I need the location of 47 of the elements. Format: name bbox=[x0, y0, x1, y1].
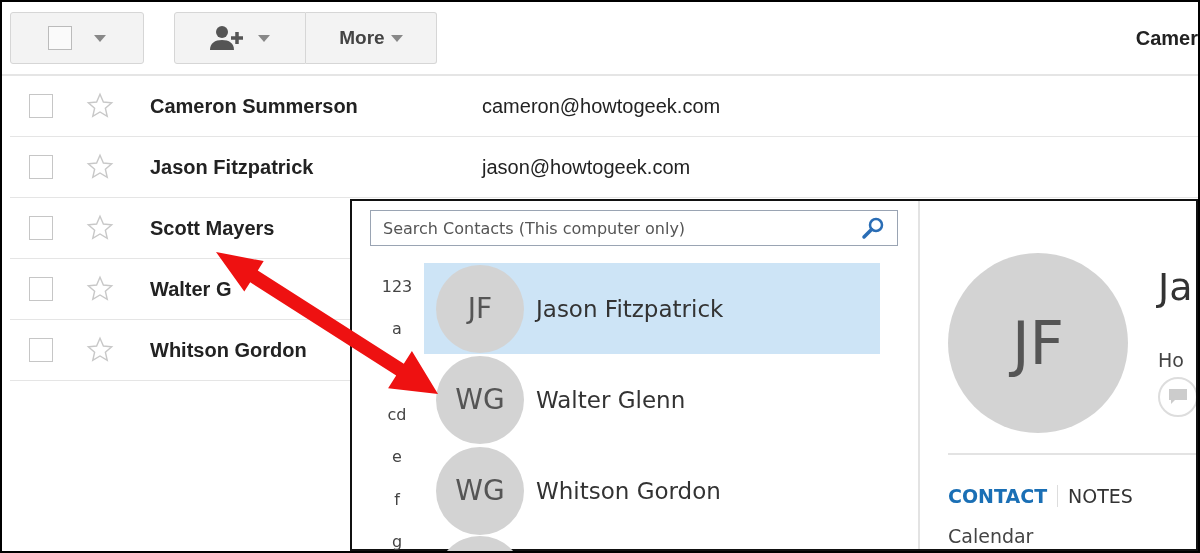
caret-icon bbox=[94, 34, 106, 42]
account-name: Camer bbox=[1135, 26, 1198, 50]
contact-name[interactable]: Scott Mayers bbox=[150, 216, 275, 240]
chat-icon bbox=[1168, 388, 1188, 406]
search-field[interactable]: Search Contacts (This computer only) bbox=[370, 210, 898, 246]
section-heading: Calendar bbox=[948, 525, 1035, 547]
add-contact-button[interactable] bbox=[174, 12, 306, 64]
contact-email: cameron@howtogeek.com bbox=[482, 94, 721, 118]
index-letter[interactable]: cd bbox=[387, 392, 407, 436]
contact-row[interactable]: WG Walter Glenn bbox=[424, 354, 880, 445]
star-icon[interactable] bbox=[86, 275, 114, 303]
checkbox[interactable] bbox=[29, 338, 53, 362]
contact-row[interactable]: WG Whitson Gordon bbox=[424, 445, 880, 536]
star-icon[interactable] bbox=[86, 214, 114, 242]
star-icon[interactable] bbox=[86, 92, 114, 120]
index-letter[interactable]: e bbox=[392, 435, 402, 478]
select-button[interactable] bbox=[10, 12, 144, 64]
contact-email: jason@howtogeek.com bbox=[482, 155, 691, 179]
search-icon bbox=[861, 216, 885, 240]
avatar: JF bbox=[436, 264, 524, 353]
more-button[interactable]: More bbox=[306, 12, 437, 64]
checkbox-icon bbox=[48, 26, 72, 50]
index-letter[interactable]: g bbox=[391, 520, 403, 551]
avatar: JF bbox=[948, 253, 1128, 433]
star-icon[interactable] bbox=[86, 153, 114, 181]
caret-icon bbox=[258, 34, 270, 42]
company-name: Ho bbox=[1158, 349, 1185, 371]
index-letter[interactable]: f bbox=[394, 477, 400, 521]
index-letter[interactable]: 123 bbox=[381, 265, 413, 308]
contact-row[interactable]: JF Jason Fitzpatrick bbox=[424, 263, 880, 354]
tab[interactable]: NOTES bbox=[1068, 485, 1133, 507]
index-letter[interactable]: a bbox=[392, 307, 402, 351]
avatar: WG bbox=[436, 446, 524, 535]
checkbox[interactable] bbox=[29, 277, 53, 301]
contact-name: Ja bbox=[1158, 265, 1194, 309]
contact-name[interactable]: Jason Fitzpatrick bbox=[150, 155, 314, 179]
contact-name[interactable]: Walter G bbox=[150, 277, 232, 301]
contact-name[interactable]: Cameron Summerson bbox=[150, 94, 358, 118]
caret-icon bbox=[390, 34, 403, 42]
avatar: WG bbox=[436, 355, 524, 444]
star-icon[interactable] bbox=[86, 336, 114, 364]
contact-name[interactable]: Whitson Gordon bbox=[150, 338, 307, 362]
chat-button[interactable] bbox=[1158, 377, 1196, 417]
checkbox[interactable] bbox=[29, 94, 53, 118]
checkbox[interactable] bbox=[29, 216, 53, 240]
checkbox[interactable] bbox=[29, 155, 53, 179]
tab[interactable]: CONTACT bbox=[948, 485, 1059, 507]
